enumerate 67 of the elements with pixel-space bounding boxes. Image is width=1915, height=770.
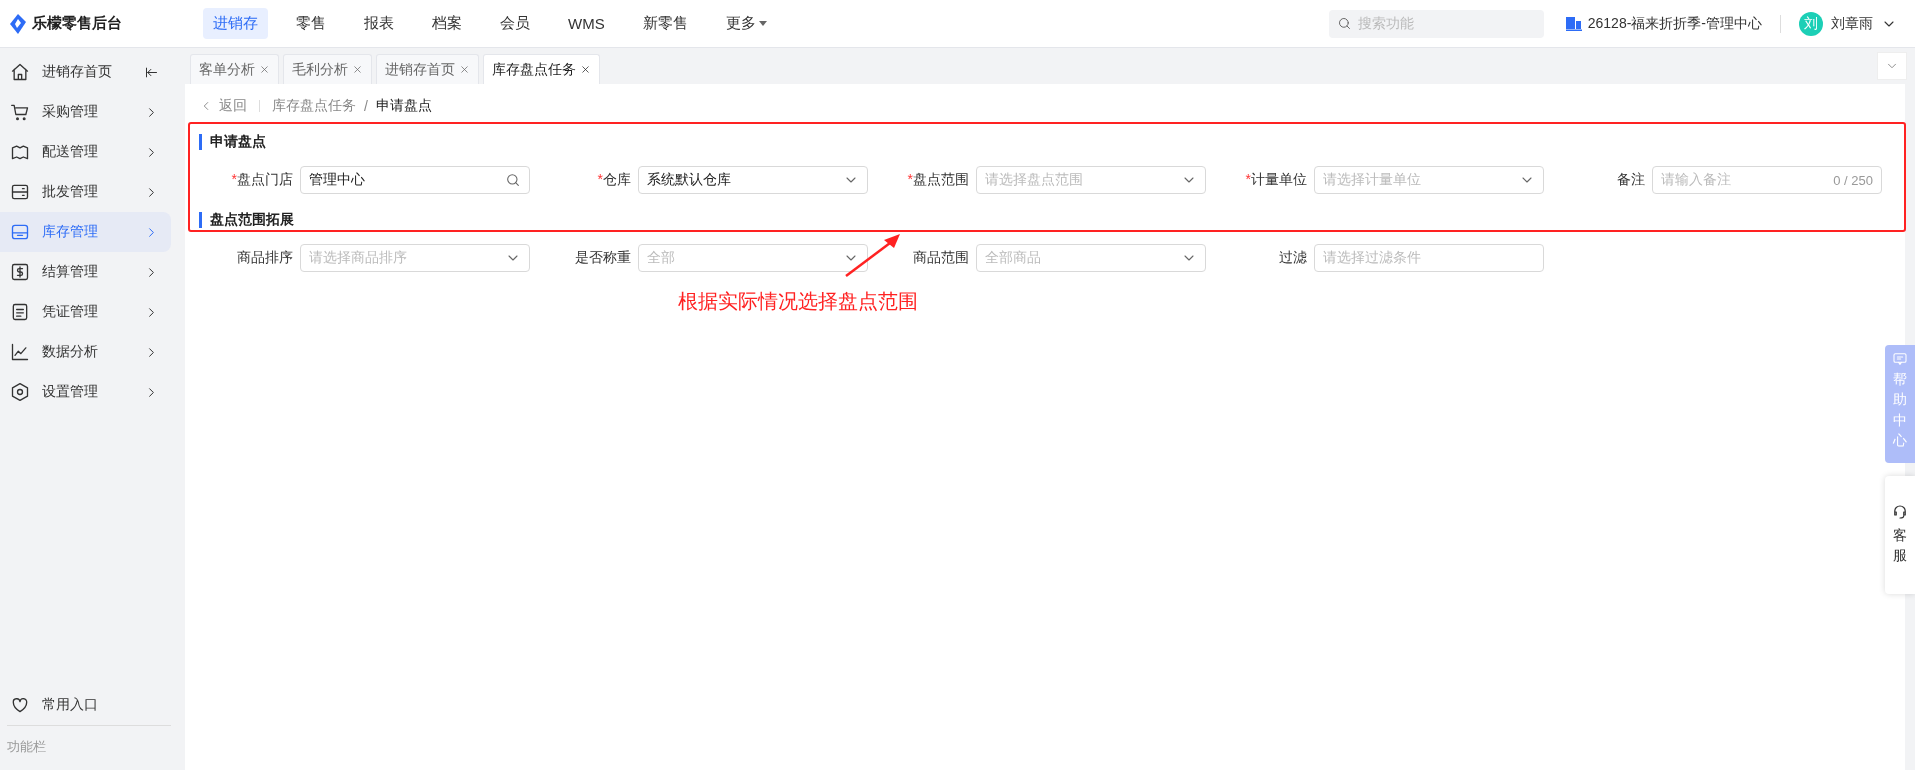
page-tab[interactable]: 进销存首页 [376,54,479,84]
breadcrumb-item[interactable]: 库存盘点任务 [272,97,356,115]
field-label: *计量单位 [1244,171,1307,189]
collapse-icon[interactable] [144,64,159,80]
field-label: *盘点门店 [230,171,293,189]
nav-tab[interactable]: 新零售 [632,8,698,39]
hexagon-icon [10,382,30,402]
field-label: 商品排序 [236,249,293,267]
sidebar-item[interactable]: 数据分析 [0,332,171,372]
page-tab[interactable]: 客单分析 [190,54,279,84]
field-label: 备注 [1616,171,1645,189]
nav-tab[interactable]: 档案 [422,8,472,39]
nav-tab[interactable]: 会员 [490,8,540,39]
field-label: 商品范围 [912,249,969,267]
section-title: 盘点范围拓展 [210,211,294,229]
field-label: *盘点范围 [906,171,969,189]
inbox-icon [10,222,30,242]
annotation-text: 根据实际情况选择盘点范围 [678,289,918,314]
cart-icon [10,102,30,122]
char-counter: 0 / 250 [1833,172,1873,188]
nav-tab[interactable]: 进销存 [203,8,268,39]
close-icon [580,64,591,75]
document-icon [10,302,30,322]
user-name[interactable]: 刘章雨 [1831,14,1873,33]
headset-icon [1891,503,1909,521]
nav-tab[interactable]: 更多 [715,8,777,39]
home-icon [10,62,30,82]
back-link[interactable]: 返回 [199,97,247,115]
heart-icon [10,695,30,715]
customer-service-button[interactable]: 客服 [1885,476,1915,594]
select-field[interactable]: 系统默认仓库 [638,166,868,194]
page-tab[interactable]: 毛利分析 [283,54,372,84]
nav-tab[interactable]: 报表 [354,8,404,39]
field-label: 是否称重 [574,249,631,267]
sidebar-item[interactable]: 采购管理 [0,92,171,132]
field-label: 过滤 [1278,249,1307,267]
favorites-link[interactable]: 常用入口 [42,696,98,714]
org-name[interactable]: 26128-福来折折季-管理中心 [1587,14,1762,33]
search-icon [1336,16,1352,31]
dollar-icon [10,262,30,282]
sidebar-item[interactable]: 库存管理 [0,212,171,252]
sidebar-item[interactable]: 凭证管理 [0,292,171,332]
server-icon [10,182,30,202]
sidebar-item[interactable]: 结算管理 [0,252,171,292]
sidebar-footer-label: 功能栏 [7,739,46,754]
sidebar-item[interactable]: 设置管理 [0,372,171,412]
sidebar-item[interactable]: 批发管理 [0,172,171,212]
breadcrumb-separator: / [364,98,368,114]
search-icon [505,172,521,188]
field-label: *仓库 [596,171,631,189]
nav-tab[interactable]: WMS [558,8,615,39]
section-title: 申请盘点 [210,133,266,151]
building-icon [1565,16,1582,31]
message-icon [1892,351,1908,367]
page-tab[interactable]: 库存盘点任务 [483,54,600,84]
close-icon [259,64,270,75]
close-icon [459,64,470,75]
sidebar-item[interactable]: 配送管理 [0,132,171,172]
sidebar-item[interactable]: 进销存首页 [0,52,171,92]
brand-name: 乐檬零售后台 [32,14,122,33]
close-icon [352,64,363,75]
search-field[interactable]: 管理中心 [300,166,530,194]
nav-tab[interactable]: 零售 [286,8,336,39]
logo-icon [10,13,26,34]
line-chart-icon [10,342,30,362]
annotation-arrow [844,232,902,278]
breadcrumb-item: 申请盘点 [375,97,432,115]
